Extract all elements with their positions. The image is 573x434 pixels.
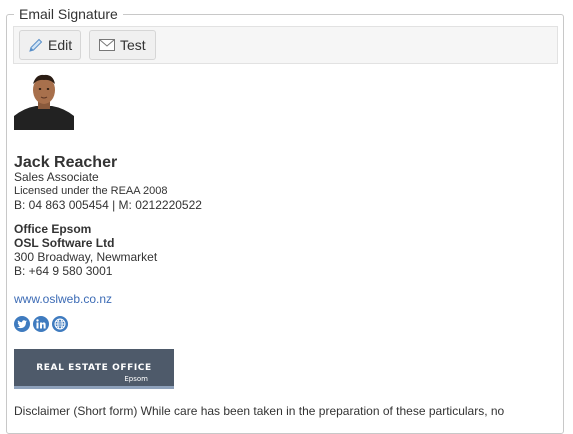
edit-button[interactable]: Edit bbox=[19, 30, 81, 60]
panel-legend: Email Signature bbox=[14, 6, 123, 22]
banner-title: REAL ESTATE OFFICE bbox=[36, 363, 152, 373]
agent-license: Licensed under the REAA 2008 bbox=[14, 185, 168, 197]
website-link[interactable]: www.oslweb.co.nz bbox=[14, 292, 112, 306]
test-button-label: Test bbox=[120, 37, 146, 53]
linkedin-icon[interactable] bbox=[33, 316, 49, 332]
banner-subtitle: Epsom bbox=[124, 375, 148, 383]
pencil-icon bbox=[28, 36, 44, 54]
test-button[interactable]: Test bbox=[89, 30, 156, 60]
envelope-icon bbox=[98, 36, 116, 54]
office-address: 300 Broadway, Newmarket bbox=[14, 250, 158, 264]
office-logo-banner: REAL ESTATE OFFICE Epsom bbox=[14, 349, 174, 389]
disclaimer-text: Disclaimer (Short form) While care has b… bbox=[14, 404, 505, 418]
signature-toolbar: Edit Test bbox=[13, 26, 558, 64]
agent-photo bbox=[14, 72, 74, 130]
agent-title: Sales Associate bbox=[14, 170, 99, 184]
office-name: Office Epsom bbox=[14, 222, 92, 236]
twitter-icon[interactable] bbox=[14, 316, 30, 332]
edit-button-label: Edit bbox=[48, 37, 73, 53]
globe-icon[interactable] bbox=[52, 316, 68, 332]
agent-phones: B: 04 863 005454 | M: 0212220522 bbox=[14, 198, 202, 212]
company-name: OSL Software Ltd bbox=[14, 236, 115, 250]
social-links bbox=[14, 316, 68, 332]
office-phone: B: +64 9 580 3001 bbox=[14, 264, 113, 278]
